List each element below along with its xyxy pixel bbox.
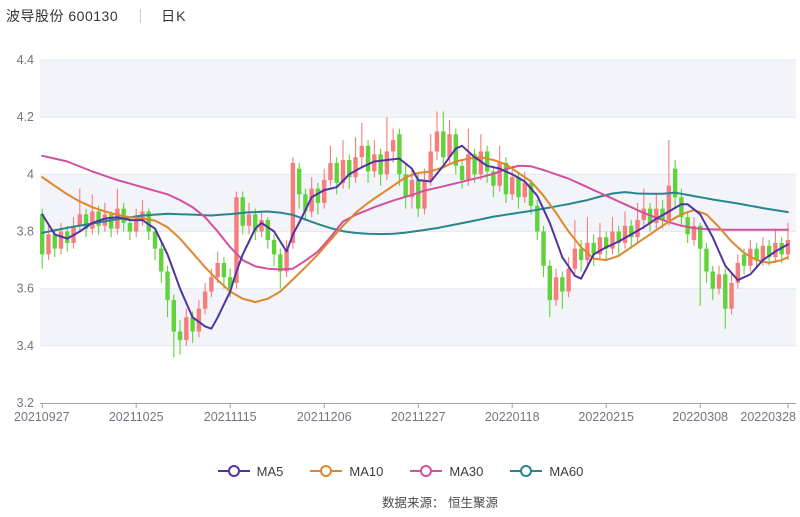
candle-down <box>159 243 163 283</box>
x-axis-label: 20220215 <box>578 410 634 424</box>
candle-down <box>541 226 545 277</box>
candle-down <box>704 243 708 283</box>
legend-item-ma60[interactable]: MA60 <box>509 464 583 479</box>
x-axis-label: 20211206 <box>297 410 352 424</box>
x-axis-label: 20211227 <box>391 410 446 424</box>
ma5-legend-marker <box>217 464 251 478</box>
y-axis-label: 4 <box>27 167 34 181</box>
candle-up <box>372 140 376 177</box>
y-axis-label: 4.4 <box>17 53 34 67</box>
grid-stripe <box>40 60 796 117</box>
x-axis-label: 20211115 <box>204 410 257 424</box>
legend-label-ma60: MA60 <box>549 464 583 479</box>
candle-down <box>591 234 595 265</box>
ma30-legend-marker <box>409 464 443 478</box>
stock-title: 波导股份 600130 <box>6 6 118 26</box>
y-axis-label: 3.6 <box>17 282 34 296</box>
x-axis-label: 20220328 <box>740 410 796 424</box>
y-axis-label: 4.2 <box>17 110 34 124</box>
legend-label-ma5: MA5 <box>257 464 284 479</box>
price-chart: 20210927 20211025 20211115 20211206 20211227… <box>0 0 800 452</box>
candle-down <box>535 200 539 240</box>
candle-up <box>435 111 439 160</box>
candle-up <box>466 129 470 186</box>
candle-down <box>272 234 276 265</box>
candle-down <box>266 217 270 248</box>
title-divider <box>140 9 141 23</box>
x-axis-label: 20220118 <box>485 410 540 424</box>
legend-item-ma10[interactable]: MA10 <box>309 464 383 479</box>
legend-label-ma30: MA30 <box>449 464 483 479</box>
candle-up <box>729 274 733 314</box>
grid-stripe <box>40 289 796 346</box>
candle-up <box>391 129 395 163</box>
legend-item-ma5[interactable]: MA5 <box>217 464 284 479</box>
data-source-label: 数据来源： 恒生聚源 <box>80 492 800 511</box>
x-axis-label: 20220308 <box>672 410 728 424</box>
ma-legend: MA5 MA10 MA30 MA60 <box>0 460 800 482</box>
candle-down <box>109 211 113 237</box>
candle-down <box>172 294 176 357</box>
ma60-legend-marker <box>509 464 543 478</box>
x-axis-label: 20210927 <box>14 410 70 424</box>
legend-label-ma10: MA10 <box>349 464 383 479</box>
candle-up <box>385 117 389 180</box>
candle-up <box>360 123 364 169</box>
candle-up <box>773 229 777 263</box>
y-axis-label: 3.8 <box>17 225 34 239</box>
candle-up <box>736 254 740 288</box>
y-axis-label: 3.4 <box>17 339 34 353</box>
x-axis-label: 20211025 <box>109 410 164 424</box>
ma10-legend-marker <box>309 464 343 478</box>
period-tab-daily-k[interactable]: 日K <box>161 6 186 26</box>
candle-up <box>328 146 332 186</box>
chart-header: 波导股份 600130 日K <box>6 6 186 26</box>
candle-up <box>353 137 357 183</box>
candle-down <box>441 111 445 168</box>
legend-item-ma30[interactable]: MA30 <box>409 464 483 479</box>
y-axis-label: 3.2 <box>17 396 34 410</box>
